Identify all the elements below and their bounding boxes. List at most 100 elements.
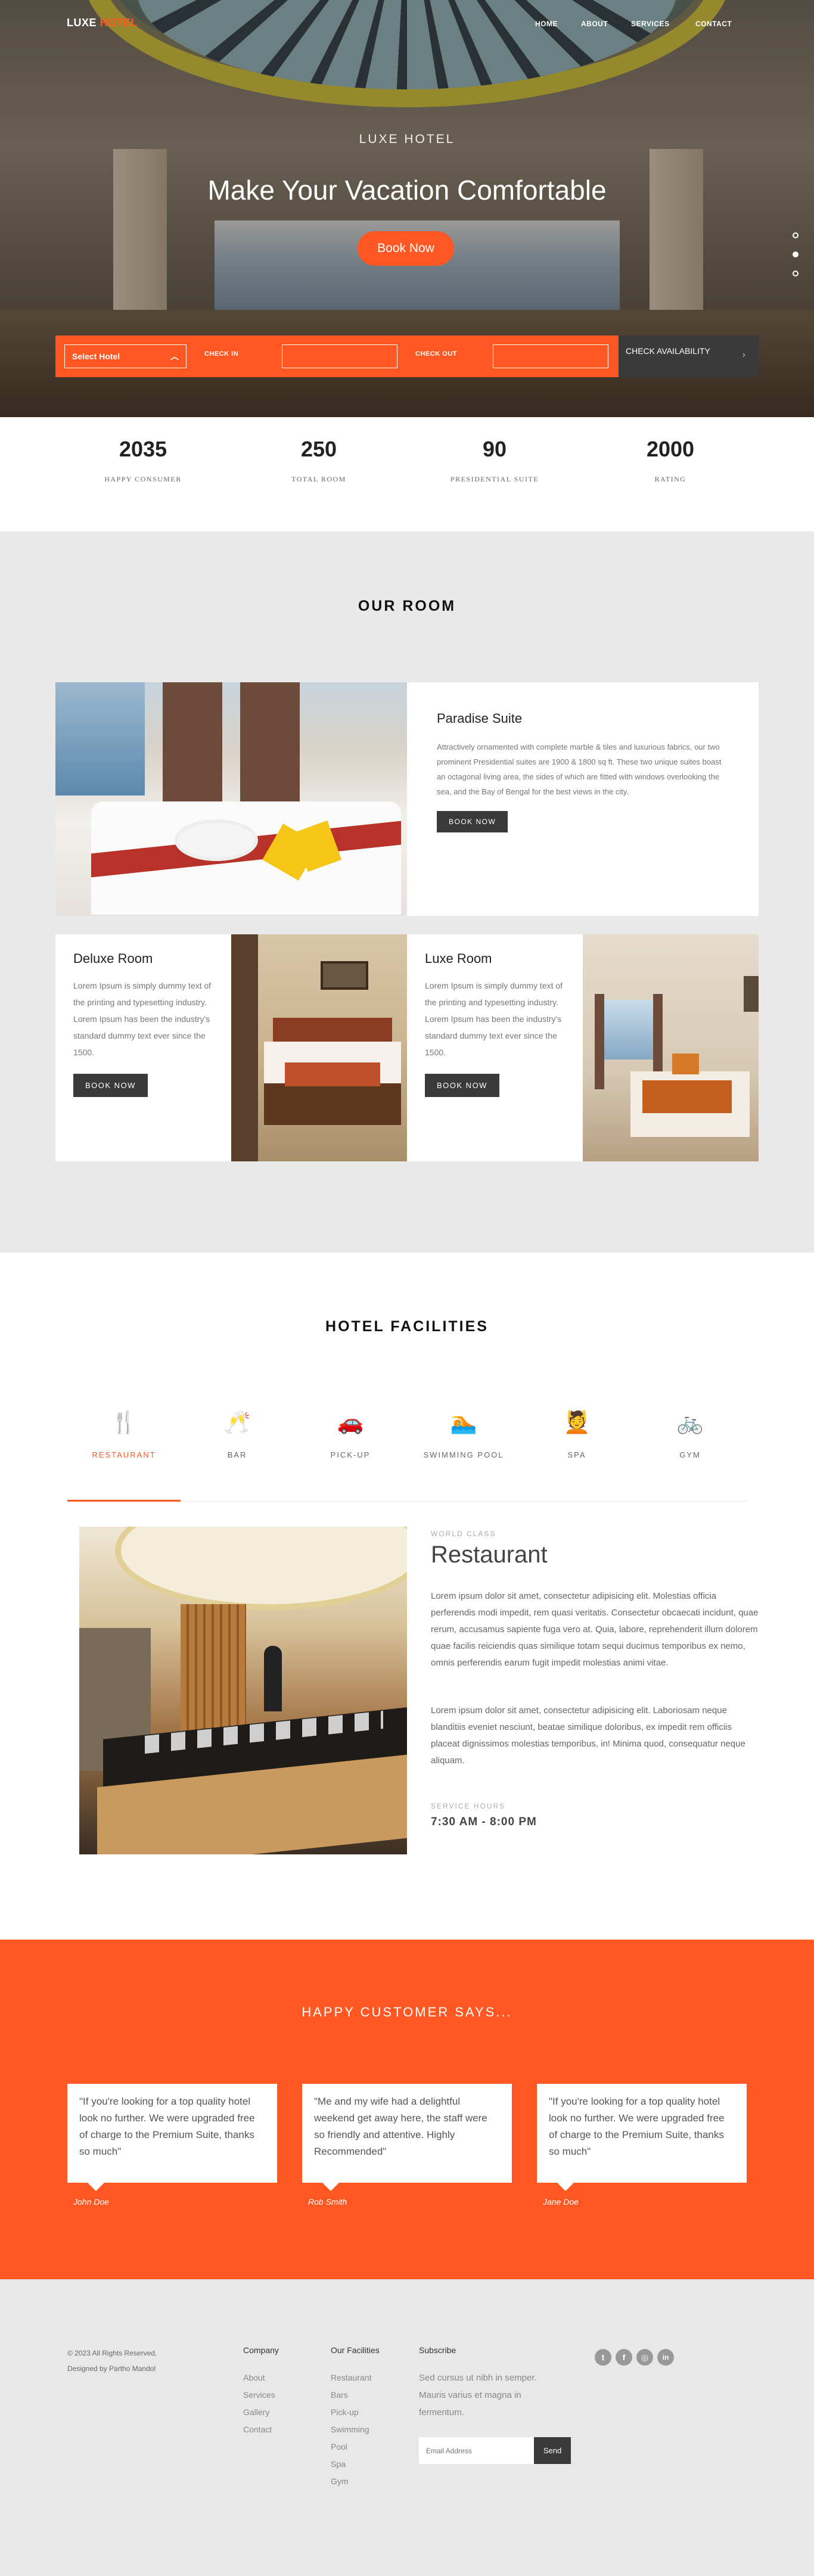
paradise-suite-photo xyxy=(55,682,407,916)
room-description: Attractively ornamented with complete ma… xyxy=(437,742,722,796)
hero-title: Make Your Vacation Comfortable xyxy=(207,175,607,206)
book-now-button[interactable]: BOOK NOW xyxy=(437,811,508,832)
check-in-input[interactable] xyxy=(282,344,397,368)
room-description: Lorem Ipsum is simply dummy text of the … xyxy=(425,981,563,1057)
footer-link-spa[interactable]: Spa xyxy=(331,2456,384,2473)
footer-link-gallery[interactable]: Gallery xyxy=(243,2404,275,2421)
testimonial-card: "If you're looking for a top quality hot… xyxy=(537,2084,747,2191)
chevron-right-icon: › xyxy=(742,350,745,360)
tab-label: SWIMMING POOL xyxy=(423,1450,504,1459)
tab-spa[interactable]: 💆 SPA xyxy=(529,1410,625,1459)
tab-label: GYM xyxy=(679,1450,701,1459)
stat-label: HAPPY CONSUMER xyxy=(104,475,182,483)
detail-paragraph-1: Lorem ipsum dolor sit amet, consectetur … xyxy=(431,1591,759,1668)
footer-link-swimming-pool[interactable]: Swimming Pool xyxy=(331,2421,384,2456)
testimonial-quote: "If you're looking for a top quality hot… xyxy=(549,2096,725,2157)
testimonial-card: "Me and my wife had a delightful weekend… xyxy=(302,2084,512,2191)
car-icon: 🚗 xyxy=(337,1410,364,1434)
stat-value: 2000 xyxy=(646,437,695,461)
footer-link-pick-up[interactable]: Pick-up xyxy=(331,2404,384,2421)
select-hotel-dropdown[interactable]: Select Hotel ︿ xyxy=(64,344,187,368)
testimonial-quote: "Me and my wife had a delightful weekend… xyxy=(314,2096,487,2157)
copyright: © 2023 All Rights Reserved. xyxy=(67,2349,157,2357)
facebook-icon[interactable]: f xyxy=(616,2349,632,2366)
utensils-icon: 🍴 xyxy=(110,1410,138,1434)
rooms-title: OUR ROOM xyxy=(358,598,456,614)
footer-link-restaurant[interactable]: Restaurant xyxy=(331,2369,384,2387)
detail-eyebrow: WORLD CLASS xyxy=(431,1530,496,1538)
slide-dot[interactable] xyxy=(793,271,799,276)
nav-about[interactable]: ABOUT xyxy=(581,20,608,28)
stat-label: RATING xyxy=(654,475,686,483)
stat-rating: 2000 RATING xyxy=(581,437,760,484)
room-name: Luxe Room xyxy=(425,951,492,966)
send-button[interactable]: Send xyxy=(534,2437,571,2464)
instagram-icon[interactable]: ◎ xyxy=(636,2349,653,2366)
logo[interactable]: LUXE HOTEL xyxy=(67,17,138,29)
room-name: Deluxe Room xyxy=(73,951,153,966)
footer-link-contact[interactable]: Contact xyxy=(243,2421,275,2438)
check-availability-button[interactable]: CHECK AVAILABILITY › xyxy=(619,335,759,377)
nav-home[interactable]: HOME xyxy=(535,20,558,28)
hero-subtitle: LUXE HOTEL xyxy=(359,132,455,146)
luxe-room-photo xyxy=(583,934,759,1161)
testimonial-quote: "If you're looking for a top quality hot… xyxy=(79,2096,255,2157)
tab-label: BAR xyxy=(227,1450,247,1459)
footer-company-title: Company xyxy=(243,2345,279,2355)
nav-services[interactable]: SERVICES xyxy=(631,20,669,28)
tab-pick-up[interactable]: 🚗 PICK-UP xyxy=(303,1410,398,1459)
linkedin-icon[interactable]: in xyxy=(657,2349,674,2366)
footer-subscribe-title: Subscribe xyxy=(419,2345,456,2355)
restaurant-photo xyxy=(79,1527,407,1854)
subscribe-text: Sed cursus ut nibh in semper. Mauris var… xyxy=(419,2373,537,2417)
deluxe-room-card: Deluxe Room Lorem Ipsum is simply dummy … xyxy=(55,934,231,1161)
luxe-room-card: Luxe Room Lorem Ipsum is simply dummy te… xyxy=(407,934,583,1161)
tab-label: PICK-UP xyxy=(330,1450,371,1459)
chevron-up-icon: ︿ xyxy=(170,352,179,361)
check-availability-label: CHECK AVAILABILITY xyxy=(626,346,710,356)
twitter-icon[interactable]: t xyxy=(595,2349,611,2366)
detail-paragraph-2: Lorem ipsum dolor sit amet, consectetur … xyxy=(431,1705,745,1766)
service-hours-label: SERVICE HOURS xyxy=(431,1802,506,1810)
swimmer-icon: 🏊 xyxy=(450,1410,477,1434)
designed-by: Designed by Partho Mandol xyxy=(67,2364,156,2373)
stat-total-room: 250 TOTAL ROOM xyxy=(229,437,408,484)
tab-swimming-pool[interactable]: 🏊 SWIMMING POOL xyxy=(416,1410,511,1459)
footer-link-gym[interactable]: Gym xyxy=(331,2473,384,2490)
logo-text-part1: LUXE xyxy=(67,17,97,29)
cheers-icon: 🥂 xyxy=(223,1410,251,1434)
logo-text-part2: HOTEL xyxy=(100,17,138,29)
stat-label: TOTAL ROOM xyxy=(291,475,346,483)
email-input[interactable] xyxy=(419,2437,534,2464)
testimonial-author: John Doe xyxy=(73,2197,109,2207)
footer-link-bars[interactable]: Bars xyxy=(331,2387,384,2404)
slide-dot-active[interactable] xyxy=(793,251,799,257)
tab-bar[interactable]: 🥂 BAR xyxy=(189,1410,285,1459)
slide-dot[interactable] xyxy=(793,232,799,238)
check-out-input[interactable] xyxy=(493,344,608,368)
footer-company-links: About Services Gallery Contact xyxy=(243,2369,275,2438)
select-hotel-value: Select Hotel xyxy=(72,352,120,361)
book-now-button[interactable]: BOOK NOW xyxy=(73,1074,148,1097)
tab-label: RESTAURANT xyxy=(92,1450,156,1459)
stat-value: 90 xyxy=(482,437,507,461)
footer-link-services[interactable]: Services xyxy=(243,2387,275,2404)
stat-happy-consumer: 2035 HAPPY CONSUMER xyxy=(54,437,232,484)
stat-value: 2035 xyxy=(119,437,167,461)
exercise-bike-icon: 🚲 xyxy=(676,1410,704,1434)
stat-presidential-suite: 90 PRESIDENTIAL SUITE xyxy=(405,437,584,484)
book-now-button[interactable]: BOOK NOW xyxy=(425,1074,499,1097)
tab-restaurant[interactable]: 🍴 RESTAURANT xyxy=(76,1410,172,1459)
nav-contact[interactable]: CONTACT xyxy=(695,20,732,28)
testimonials-title: HAPPY CUSTOMER SAYS... xyxy=(302,2005,512,2019)
tab-gym[interactable]: 🚲 GYM xyxy=(642,1410,738,1459)
spa-icon: 💆 xyxy=(563,1410,591,1434)
footer-link-about[interactable]: About xyxy=(243,2369,275,2387)
service-hours-value: 7:30 AM - 8:00 PM xyxy=(431,1816,537,1828)
stat-label: PRESIDENTIAL SUITE xyxy=(450,475,539,483)
paradise-suite-card: Paradise Suite Attractively ornamented w… xyxy=(407,682,759,916)
book-now-button[interactable]: Book Now xyxy=(358,231,454,266)
stat-value: 250 xyxy=(300,437,337,461)
testimonial-author: Jane Doe xyxy=(543,2197,579,2207)
check-out-label: CHECK OUT xyxy=(415,350,457,358)
